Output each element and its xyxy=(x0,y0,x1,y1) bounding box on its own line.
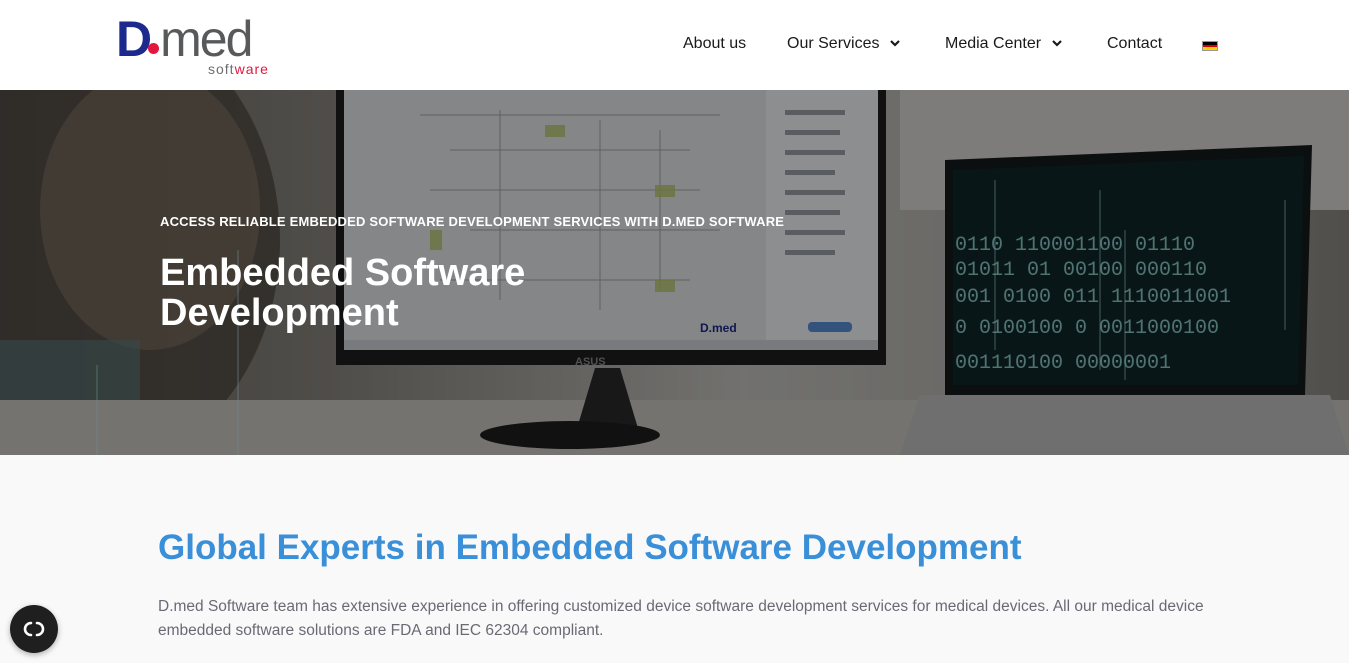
hero-title: Embedded Software Development xyxy=(160,252,526,334)
site-header: Dmed software About us Our Services Medi… xyxy=(0,0,1349,90)
section-body-text: D.med Software team has extensive experi… xyxy=(158,598,1204,639)
hero-kicker: ACCESS RELIABLE EMBEDDED SOFTWARE DEVELO… xyxy=(160,214,785,229)
section-heading: Global Experts in Embedded Software Deve… xyxy=(158,528,1022,567)
chevron-down-icon xyxy=(890,40,901,47)
logo-wordmark: Dmed xyxy=(116,11,253,67)
nav-our-services[interactable]: Our Services xyxy=(787,34,901,54)
cookie-consent-button[interactable] xyxy=(10,605,58,653)
chevron-down-icon xyxy=(1052,40,1062,47)
nav-about-us[interactable]: About us xyxy=(683,34,746,54)
main-content: Global Experts in Embedded Software Deve… xyxy=(0,455,1349,663)
nav-contact[interactable]: Contact xyxy=(1107,34,1162,54)
nav-media-center[interactable]: Media Center xyxy=(945,34,1063,54)
logo-subtitle: software xyxy=(208,61,269,77)
hero-banner: D.med ASUS 0110 110001100 01110 01011 01… xyxy=(0,90,1349,455)
cookie-consent-icon xyxy=(23,621,45,637)
german-flag-icon[interactable] xyxy=(1202,41,1218,51)
dmed-logo[interactable]: Dmed software xyxy=(116,14,281,78)
